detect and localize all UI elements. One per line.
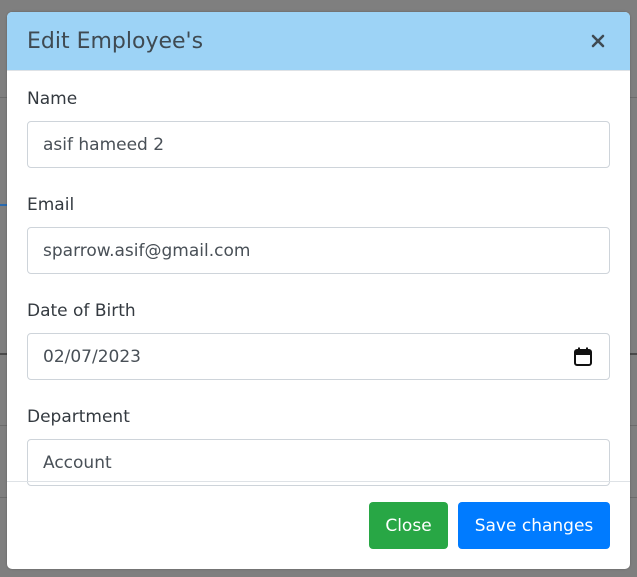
department-group: Department Account	[27, 405, 610, 486]
email-input[interactable]: sparrow.asif@gmail.com	[27, 227, 610, 274]
calendar-icon[interactable]	[573, 347, 593, 367]
edit-employee-modal: Edit Employee's Name asif hameed 2 Email…	[7, 12, 630, 569]
modal-footer: Close Save changes	[369, 502, 610, 549]
department-value: Account	[43, 452, 112, 473]
close-button[interactable]: Close	[369, 502, 448, 549]
name-input[interactable]: asif hameed 2	[27, 121, 610, 168]
modal-title: Edit Employee's	[27, 28, 204, 54]
close-icon[interactable]	[586, 29, 610, 53]
department-label: Department	[27, 407, 130, 427]
email-label: Email	[27, 195, 75, 215]
dob-group: Date of Birth 02/07/2023	[27, 299, 610, 380]
modal-body: Name asif hameed 2 Email sparrow.asif@gm…	[7, 71, 630, 486]
dob-input[interactable]: 02/07/2023	[27, 333, 610, 380]
dob-label: Date of Birth	[27, 301, 136, 321]
email-group: Email sparrow.asif@gmail.com	[27, 193, 610, 274]
name-label: Name	[27, 89, 78, 109]
department-input[interactable]: Account	[27, 439, 610, 486]
footer-divider	[7, 481, 630, 482]
modal-header: Edit Employee's	[7, 12, 630, 71]
dob-value: 02/07/2023	[43, 346, 141, 367]
name-value: asif hameed 2	[43, 134, 165, 155]
save-changes-button[interactable]: Save changes	[458, 502, 610, 549]
email-value: sparrow.asif@gmail.com	[43, 240, 251, 261]
name-group: Name asif hameed 2	[27, 87, 610, 168]
